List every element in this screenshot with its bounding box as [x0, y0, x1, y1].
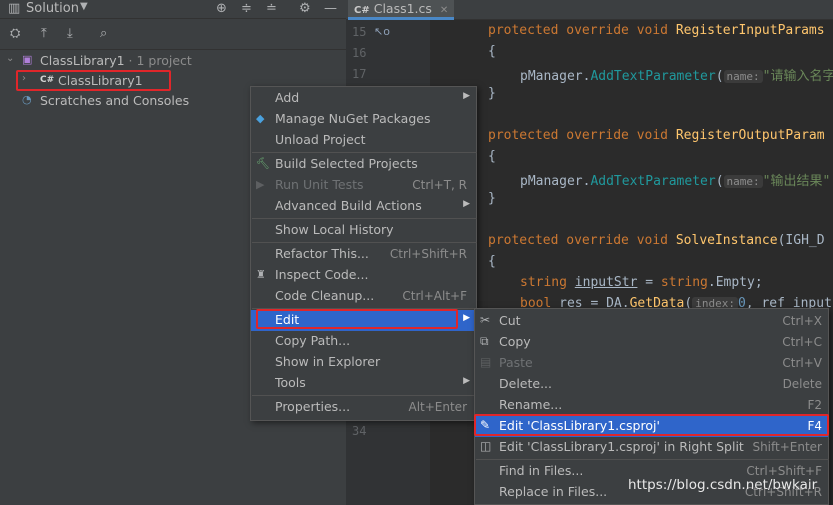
menu-item-unload-project[interactable]: Unload Project [251, 130, 476, 151]
menu-item-add[interactable]: Add ▶ [251, 88, 476, 109]
scratches-label: Scratches and Consoles [40, 93, 190, 108]
highlight-box-edit [256, 309, 458, 329]
code-line: string inputStr = string.Empty; [520, 275, 763, 290]
edit-submenu: ✂ Cut Ctrl+X ⧉ Copy Ctrl+C ▤ Paste Ctrl+V Dele… [474, 308, 829, 505]
tree-item-solution[interactable]: ⌄ ▣ ClassLibrary1 · 1 project [0, 51, 346, 71]
menu-item-cut[interactable]: ✂ Cut Ctrl+X [475, 311, 828, 332]
chevron-down-icon[interactable]: ⌄ [6, 53, 14, 64]
menu-item-local-history[interactable]: Show Local History [251, 220, 476, 241]
download-icon[interactable]: ⤓ [67, 26, 73, 41]
tab-class1[interactable]: C# Class1.cs ✕ [348, 0, 455, 20]
panel-header: ▥ Solution ▼ ⊕ ≑ ≐ ⚙ — [0, 0, 346, 19]
solution-config-icon[interactable]: ⛭ [10, 26, 20, 41]
gear-icon[interactable]: ⚙ [299, 1, 311, 16]
scissors-icon: ✂ [480, 313, 491, 327]
upload-icon[interactable]: ⤒ [41, 26, 47, 41]
context-menu: Add ▶ ◆ Manage NuGet Packages Unload Proje… [250, 86, 477, 421]
line-number: 17 [352, 67, 367, 81]
line-number: 34 [352, 424, 367, 438]
menu-separator [252, 242, 477, 243]
panel-title[interactable]: Solution [26, 1, 79, 16]
watermark: https://blog.csdn.net/bwkair [628, 477, 818, 493]
scratches-icon: ◔ [22, 93, 32, 106]
code-line: pManager.AddTextParameter(name: "输出结果" [520, 174, 831, 189]
split-icon: ◫ [480, 439, 492, 453]
editor-tabs: C# Class1.cs ✕ [346, 0, 833, 20]
override-gutter-icon[interactable]: ↖︎o [374, 25, 390, 38]
code-line: } [488, 86, 496, 101]
ide-window: ▥ Solution ▼ ⊕ ≑ ≐ ⚙ — ⛭ ⤒ ⤓ ⌕ ⌄ ▣ Class… [0, 0, 833, 505]
menu-item-manage-nuget[interactable]: ◆ Manage NuGet Packages [251, 109, 476, 130]
paste-icon: ▤ [480, 355, 492, 369]
submenu-arrow-icon: ▶ [463, 313, 470, 323]
solution-view-icon[interactable]: ▥ [8, 1, 20, 16]
highlight-box-project [16, 70, 171, 91]
submenu-arrow-icon: ▶ [463, 199, 470, 209]
menu-item-code-cleanup[interactable]: Code Cleanup... Ctrl+Alt+F [251, 286, 476, 307]
close-icon[interactable]: ✕ [440, 5, 448, 16]
menu-item-properties[interactable]: Properties... Alt+Enter [251, 397, 476, 418]
minimize-icon[interactable]: — [324, 1, 337, 16]
menu-separator [252, 395, 477, 396]
highlight-box-edit-csproj [474, 414, 829, 436]
expand-all-icon[interactable]: ≑ [241, 1, 252, 16]
submenu-arrow-icon: ▶ [463, 376, 470, 386]
tab-label: Class1.cs [373, 1, 432, 16]
code-line: } [488, 191, 496, 206]
menu-item-copy[interactable]: ⧉ Copy Ctrl+C [475, 332, 828, 353]
chevron-down-icon[interactable]: ▼ [80, 1, 88, 12]
run-icon: ▶ [256, 178, 265, 191]
csharp-file-icon: C# [354, 5, 370, 16]
panel-toolbar: ⛭ ⤒ ⤓ ⌕ [0, 20, 346, 50]
menu-item-paste[interactable]: ▤ Paste Ctrl+V [475, 353, 828, 374]
code-line: protected override void SolveInstance(IG… [488, 233, 825, 248]
code-line: { [488, 44, 496, 59]
solution-label: ClassLibrary1 [40, 53, 125, 68]
menu-item-build-selected[interactable]: 🔨︎ Build Selected Projects [251, 154, 476, 175]
code-line: pManager.AddTextParameter(name: "请输入名字 [520, 69, 833, 84]
inspect-icon: ♜ [256, 268, 266, 281]
menu-item-edit-right-split[interactable]: ◫ Edit 'ClassLibrary1.csproj' in Right Sp… [475, 437, 828, 458]
menu-item-refactor[interactable]: Refactor This... Ctrl+Shift+R [251, 244, 476, 265]
code-line: protected override void RegisterOutputPa… [488, 128, 825, 143]
menu-item-copy-path[interactable]: Copy Path... [251, 331, 476, 352]
menu-item-show-in-explorer[interactable]: Show in Explorer [251, 352, 476, 373]
menu-separator [476, 459, 829, 460]
menu-item-delete[interactable]: Delete... Delete [475, 374, 828, 395]
menu-item-run-unit-tests[interactable]: ▶ Run Unit Tests Ctrl+T, R [251, 175, 476, 196]
code-line: protected override void RegisterInputPar… [488, 23, 825, 38]
menu-item-rename[interactable]: Rename... F2 [475, 395, 828, 416]
line-number: 16 [352, 46, 367, 60]
submenu-arrow-icon: ▶ [463, 91, 470, 101]
crosshair-icon[interactable]: ⊕ [216, 1, 227, 16]
menu-item-tools[interactable]: Tools ▶ [251, 373, 476, 394]
hammer-icon: 🔨︎ [256, 157, 270, 170]
solution-icon: ▣ [22, 53, 33, 66]
menu-item-advanced-build[interactable]: Advanced Build Actions ▶ [251, 196, 476, 217]
search-icon[interactable]: ⌕ [100, 26, 107, 41]
menu-separator [252, 152, 477, 153]
menu-item-inspect-code[interactable]: ♜ Inspect Code... [251, 265, 476, 286]
menu-separator [252, 218, 477, 219]
code-line: { [488, 149, 496, 164]
solution-sub-label: · 1 project [128, 53, 192, 68]
collapse-all-icon[interactable]: ≐ [266, 1, 277, 16]
code-line: { [488, 254, 496, 269]
copy-icon: ⧉ [480, 334, 489, 348]
nuget-icon: ◆ [256, 112, 265, 125]
